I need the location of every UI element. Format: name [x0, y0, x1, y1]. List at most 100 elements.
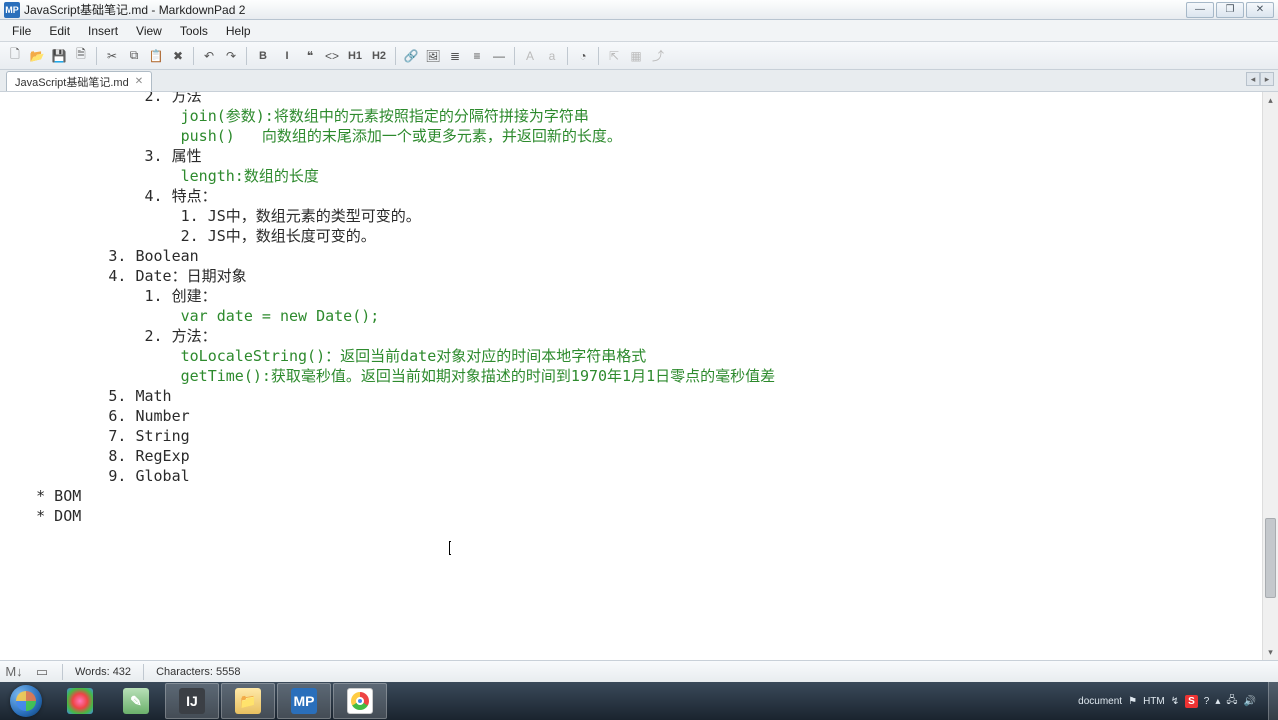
paste-icon[interactable]: 📋	[147, 47, 165, 65]
hr-icon[interactable]: ―	[490, 47, 508, 65]
editor-line: 6. Number	[0, 406, 1262, 426]
taskbar-app-intellij[interactable]: IJ	[165, 683, 219, 719]
editor-line: 2. 方法：	[0, 326, 1262, 346]
tab-close-icon[interactable]: ✕	[135, 76, 143, 87]
taskbar-app-tool-1[interactable]	[53, 683, 107, 719]
arrow-icon[interactable]: ↯	[1171, 696, 1179, 707]
toolbar-separator	[246, 47, 247, 65]
menu-view[interactable]: View	[128, 22, 170, 40]
export-icon: ⤴	[649, 47, 667, 65]
help-icon[interactable]: ?	[1204, 696, 1210, 707]
vertical-scrollbar[interactable]: ▴ ▾	[1262, 92, 1278, 660]
h1-icon[interactable]: H1	[345, 47, 365, 65]
preview-icon: ⇱	[605, 47, 623, 65]
editor-line: 4. Date：日期对象	[0, 266, 1262, 286]
tab-bar: JavaScript基础笔记.md ✕ ◂ ▸	[0, 70, 1278, 92]
show-desktop-button[interactable]	[1268, 682, 1278, 720]
open-file-icon[interactable]: 📂	[28, 47, 46, 65]
maximize-button[interactable]: ❐	[1216, 2, 1244, 18]
cut-icon[interactable]: ✂	[103, 47, 121, 65]
up-icon[interactable]: ▴	[1215, 696, 1220, 707]
notepad-icon: ✎	[123, 688, 149, 714]
chrome-icon	[347, 688, 373, 714]
editor-area[interactable]: 2. 方法 join(参数):将数组中的元素按照指定的分隔符拼接为字符串 pus…	[0, 92, 1262, 660]
ol-icon[interactable]: ≡	[468, 47, 486, 65]
char-count: Characters: 5558	[156, 666, 240, 678]
taskbar-app-explorer[interactable]: 📁	[221, 683, 275, 719]
scroll-down-icon[interactable]: ▾	[1263, 644, 1278, 660]
menu-help[interactable]: Help	[218, 22, 259, 40]
editor-line: * DOM	[0, 506, 1262, 526]
tab-nav-left-icon[interactable]: ◂	[1246, 72, 1260, 86]
flag-icon[interactable]: ⚑	[1128, 696, 1137, 707]
scroll-up-icon[interactable]: ▴	[1263, 92, 1278, 108]
taskbar-app-notepad[interactable]: ✎	[109, 683, 163, 719]
save-icon[interactable]: 💾	[50, 47, 68, 65]
explorer-icon: 📁	[235, 688, 261, 714]
timestamp-icon[interactable]: ◔	[574, 47, 592, 65]
editor-line: 2. JS中，数组长度可变的。	[0, 226, 1262, 246]
menu-file[interactable]: File	[4, 22, 39, 40]
document-label[interactable]: document	[1078, 696, 1122, 707]
editor-line: join(参数):将数组中的元素按照指定的分隔符拼接为字符串	[0, 106, 1262, 126]
delete-icon[interactable]: ✖	[169, 47, 187, 65]
taskbar-app-chrome[interactable]	[333, 683, 387, 719]
save-all-icon[interactable]: 🗎	[72, 47, 90, 65]
text-cursor	[449, 540, 450, 556]
start-button[interactable]	[0, 682, 52, 720]
toolbar-separator	[395, 47, 396, 65]
editor-line: 5. Math	[0, 386, 1262, 406]
ul-icon[interactable]: ≣	[446, 47, 464, 65]
new-file-icon[interactable]: 🗋	[6, 47, 24, 65]
book-icon[interactable]: ▭	[34, 664, 50, 680]
tab-nav-right-icon[interactable]: ▸	[1260, 72, 1274, 86]
image-icon[interactable]: 🖼	[424, 47, 442, 65]
editor-line: 1. 创建：	[0, 286, 1262, 306]
toolbar-separator	[96, 47, 97, 65]
menu-tools[interactable]: Tools	[172, 22, 216, 40]
editor-line: getTime():获取毫秒值。返回当前如期对象描述的时间到1970年1月1日零…	[0, 366, 1262, 386]
windows-taskbar: ✎ IJ 📁 MP document ⚑ HTM ↯ S? ▴ 🖧 🔊	[0, 682, 1278, 720]
editor-line: var date = new Date();	[0, 306, 1262, 326]
minimize-button[interactable]: —	[1186, 2, 1214, 18]
editor-line: 7. String	[0, 426, 1262, 446]
quote-icon[interactable]: ❝	[301, 47, 319, 65]
editor-line: 2. 方法	[0, 92, 1262, 106]
scroll-thumb[interactable]	[1265, 518, 1276, 598]
italic-icon[interactable]: I	[277, 47, 297, 65]
intellij-icon: IJ	[179, 688, 205, 714]
code-icon[interactable]: <>	[323, 47, 341, 65]
editor-line: * BOM	[0, 486, 1262, 506]
toolbar-separator	[193, 47, 194, 65]
editor-line: toLocaleString()：返回当前date对象对应的时间本地字符串格式	[0, 346, 1262, 366]
editor-line: length:数组的长度	[0, 166, 1262, 186]
editor-line: 9. Global	[0, 466, 1262, 486]
htm-label[interactable]: HTM	[1143, 696, 1165, 707]
menu-bar: FileEditInsertViewToolsHelp	[0, 20, 1278, 42]
taskbar-app-markdownpad[interactable]: MP	[277, 683, 331, 719]
menu-insert[interactable]: Insert	[80, 22, 126, 40]
volume-icon[interactable]: 🔊	[1244, 696, 1256, 707]
link-icon[interactable]: 🔗	[402, 47, 420, 65]
tab-label: JavaScript基础笔记.md	[15, 74, 129, 90]
editor-line: 8. RegExp	[0, 446, 1262, 466]
editor-line: 3. Boolean	[0, 246, 1262, 266]
bold-icon[interactable]: B	[253, 47, 273, 65]
toolbar: 🗋📂💾🗎✂⧉📋✖↶↷BI❝<>H1H2🔗🖼≣≡―Aa◔⇱▦⤴	[0, 42, 1278, 70]
h2-icon[interactable]: H2	[369, 47, 389, 65]
split-icon: ▦	[627, 47, 645, 65]
redo-icon[interactable]: ↷	[222, 47, 240, 65]
menu-edit[interactable]: Edit	[41, 22, 78, 40]
network-icon[interactable]: 🖧	[1226, 693, 1237, 710]
copy-icon[interactable]: ⧉	[125, 47, 143, 65]
word-count: Words: 432	[75, 666, 131, 678]
tab-document[interactable]: JavaScript基础笔记.md ✕	[6, 71, 152, 91]
editor-line: 3. 属性	[0, 146, 1262, 166]
sogou-icon[interactable]: S	[1185, 695, 1198, 708]
font-a-small-icon: a	[543, 47, 561, 65]
markdown-mode-icon[interactable]: M↓	[6, 664, 22, 680]
editor-line: push() 向数组的末尾添加一个或更多元素，并返回新的长度。	[0, 126, 1262, 146]
close-button[interactable]: ✕	[1246, 2, 1274, 18]
undo-icon[interactable]: ↶	[200, 47, 218, 65]
toolbar-separator	[598, 47, 599, 65]
